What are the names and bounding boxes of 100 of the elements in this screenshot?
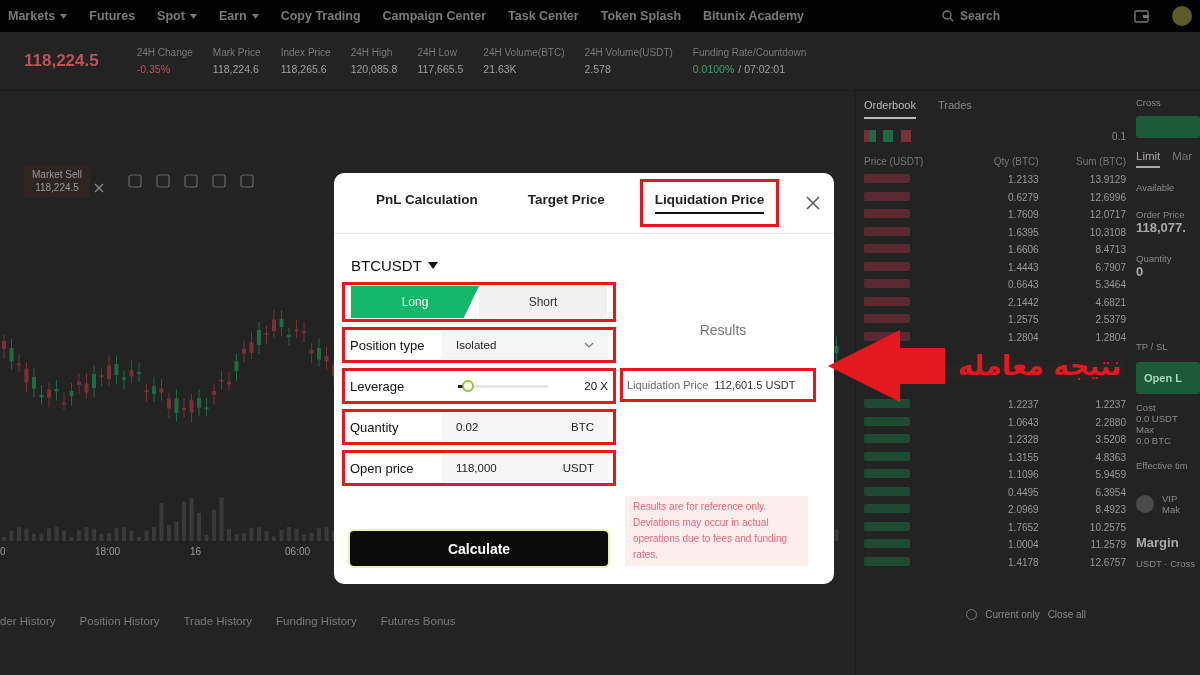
nav-link[interactable]: Earn bbox=[218, 9, 247, 23]
sum-cell-text: 4.8363 bbox=[1094, 451, 1126, 463]
search-field[interactable]: Search bbox=[960, 9, 1030, 23]
candle bbox=[834, 336, 839, 362]
history-tab[interactable]: Futures Bonus bbox=[380, 615, 456, 627]
candle bbox=[32, 367, 36, 398]
stat-value: 118,224.6 bbox=[212, 63, 260, 75]
stat-label: 24H Low bbox=[417, 47, 458, 58]
nav-link[interactable]: Task Center bbox=[508, 9, 579, 23]
stat-label: 24H Change bbox=[136, 47, 193, 58]
unit-label: BTC bbox=[571, 421, 594, 433]
chart-tool-icon[interactable] bbox=[184, 174, 198, 188]
nav-link[interactable]: Campaign Center bbox=[382, 9, 487, 23]
candle bbox=[54, 379, 59, 401]
candle bbox=[84, 372, 89, 399]
avatar-icon[interactable] bbox=[1172, 6, 1192, 26]
close-icon[interactable] bbox=[94, 183, 104, 193]
position-type-select[interactable]: Isolated bbox=[442, 331, 608, 359]
blurred-price bbox=[864, 279, 910, 289]
time-label: 18:00 bbox=[95, 545, 122, 557]
stat-value: 2.578 bbox=[584, 63, 612, 75]
nav-link[interactable]: Markets bbox=[8, 9, 56, 23]
input-field[interactable]: 118,000 USDT bbox=[442, 454, 608, 482]
blurred-price bbox=[864, 469, 910, 479]
candle bbox=[62, 392, 66, 410]
symbol-select[interactable]: BTCUSDT bbox=[351, 256, 422, 274]
time-label: 16 bbox=[190, 545, 203, 557]
candle bbox=[302, 321, 306, 343]
column-header: Qty (BTC) bbox=[992, 155, 1039, 167]
stat-label: 24H Volume(BTC) bbox=[483, 47, 565, 58]
layout-icon[interactable] bbox=[900, 130, 912, 142]
field-label: Open price bbox=[349, 460, 415, 476]
orderbook-tab[interactable]: Trades bbox=[938, 93, 972, 119]
sum-cell-text: 5.9459 bbox=[1094, 469, 1126, 481]
candle bbox=[107, 355, 111, 387]
margin-value: USDT · Cross bbox=[1136, 558, 1195, 569]
layout-icon[interactable] bbox=[864, 130, 876, 142]
blurred-price bbox=[864, 399, 910, 409]
sum-cell-text: 2.2880 bbox=[1094, 416, 1126, 428]
margin-mode[interactable]: Cross bbox=[1136, 97, 1200, 108]
history-tab[interactable]: Funding History bbox=[276, 615, 357, 627]
available-label: Available bbox=[1136, 182, 1175, 193]
candle bbox=[204, 397, 209, 417]
order-type-tab[interactable]: Limit bbox=[1136, 150, 1161, 168]
calculator-tab[interactable]: Liquidation Price bbox=[642, 182, 777, 224]
candle bbox=[272, 309, 276, 339]
blurred-price bbox=[864, 504, 910, 514]
caret-icon[interactable] bbox=[427, 261, 438, 269]
quantity-cell-text: 1.7652 bbox=[1007, 521, 1039, 533]
quantity-cell-text: 1.2237 bbox=[1007, 399, 1039, 411]
chart-tool-icon[interactable] bbox=[212, 174, 226, 188]
nav-link[interactable]: Futures bbox=[89, 9, 136, 23]
wallet-icon[interactable] bbox=[1134, 9, 1150, 23]
close-all-link[interactable]: Close all bbox=[1047, 609, 1086, 620]
candle bbox=[234, 353, 239, 382]
disclaimer-text: Results are for reference only. Deviations may occur in actual operations due to fees and funding rates. bbox=[625, 496, 808, 566]
quantity-cell-text: 1.2133 bbox=[1007, 174, 1039, 186]
blurred-price bbox=[864, 296, 910, 306]
nav-link[interactable]: Bitunix Academy bbox=[703, 9, 804, 23]
slider-thumb[interactable] bbox=[462, 380, 475, 392]
candle bbox=[182, 397, 186, 418]
history-tab[interactable]: Trade History bbox=[183, 615, 253, 627]
layout-icon[interactable] bbox=[882, 130, 894, 142]
nav-link[interactable]: Spot bbox=[157, 9, 185, 23]
calculate-button[interactable]: Calculate bbox=[350, 531, 608, 566]
blurred-price bbox=[864, 226, 910, 236]
filter-label: Current only bbox=[985, 609, 1040, 620]
vip-label: VIP bbox=[1162, 493, 1179, 504]
precision-select[interactable]: 0.1 bbox=[1112, 130, 1126, 142]
orderbook-tab[interactable]: Orderbook bbox=[864, 93, 916, 119]
sum-cell-text: 10.3108 bbox=[1088, 226, 1126, 238]
side-option[interactable]: Short bbox=[479, 286, 607, 318]
effective-time: Effective tim bbox=[1136, 460, 1188, 471]
candle bbox=[137, 362, 141, 383]
history-tab[interactable]: Position History bbox=[79, 615, 160, 627]
sum-cell-text: 4.6821 bbox=[1094, 296, 1126, 308]
chart-tool-icon[interactable] bbox=[240, 174, 254, 188]
open-long-button[interactable]: Open L bbox=[1136, 362, 1200, 394]
side-option[interactable]: Long bbox=[351, 286, 479, 318]
blurred-price bbox=[864, 416, 910, 426]
nav-link[interactable]: Copy Trading bbox=[280, 9, 361, 23]
candle bbox=[197, 388, 201, 417]
input-field[interactable]: 0.02 BTC bbox=[442, 413, 608, 441]
chart-tool-icon[interactable] bbox=[156, 174, 170, 188]
sum-cell-text: 13.9129 bbox=[1088, 174, 1126, 186]
chart-tool-icon[interactable] bbox=[128, 174, 142, 188]
candle bbox=[227, 371, 231, 392]
blurred-price bbox=[864, 261, 910, 271]
nav-link[interactable]: Token Splash bbox=[600, 9, 682, 23]
candle bbox=[324, 346, 329, 371]
volume-bar bbox=[189, 498, 194, 541]
stat-value: 21.63K bbox=[483, 63, 518, 75]
max-value: 0.0 BTC bbox=[1136, 435, 1172, 446]
candle bbox=[317, 337, 321, 368]
history-tab[interactable]: der History bbox=[0, 615, 56, 627]
quantity-cell-text: 1.2575 bbox=[1007, 314, 1039, 326]
order-type-tab[interactable]: Mar bbox=[1172, 150, 1193, 168]
candle bbox=[17, 353, 21, 373]
close-icon[interactable] bbox=[806, 196, 820, 210]
stat-label: Index Price bbox=[280, 47, 331, 58]
